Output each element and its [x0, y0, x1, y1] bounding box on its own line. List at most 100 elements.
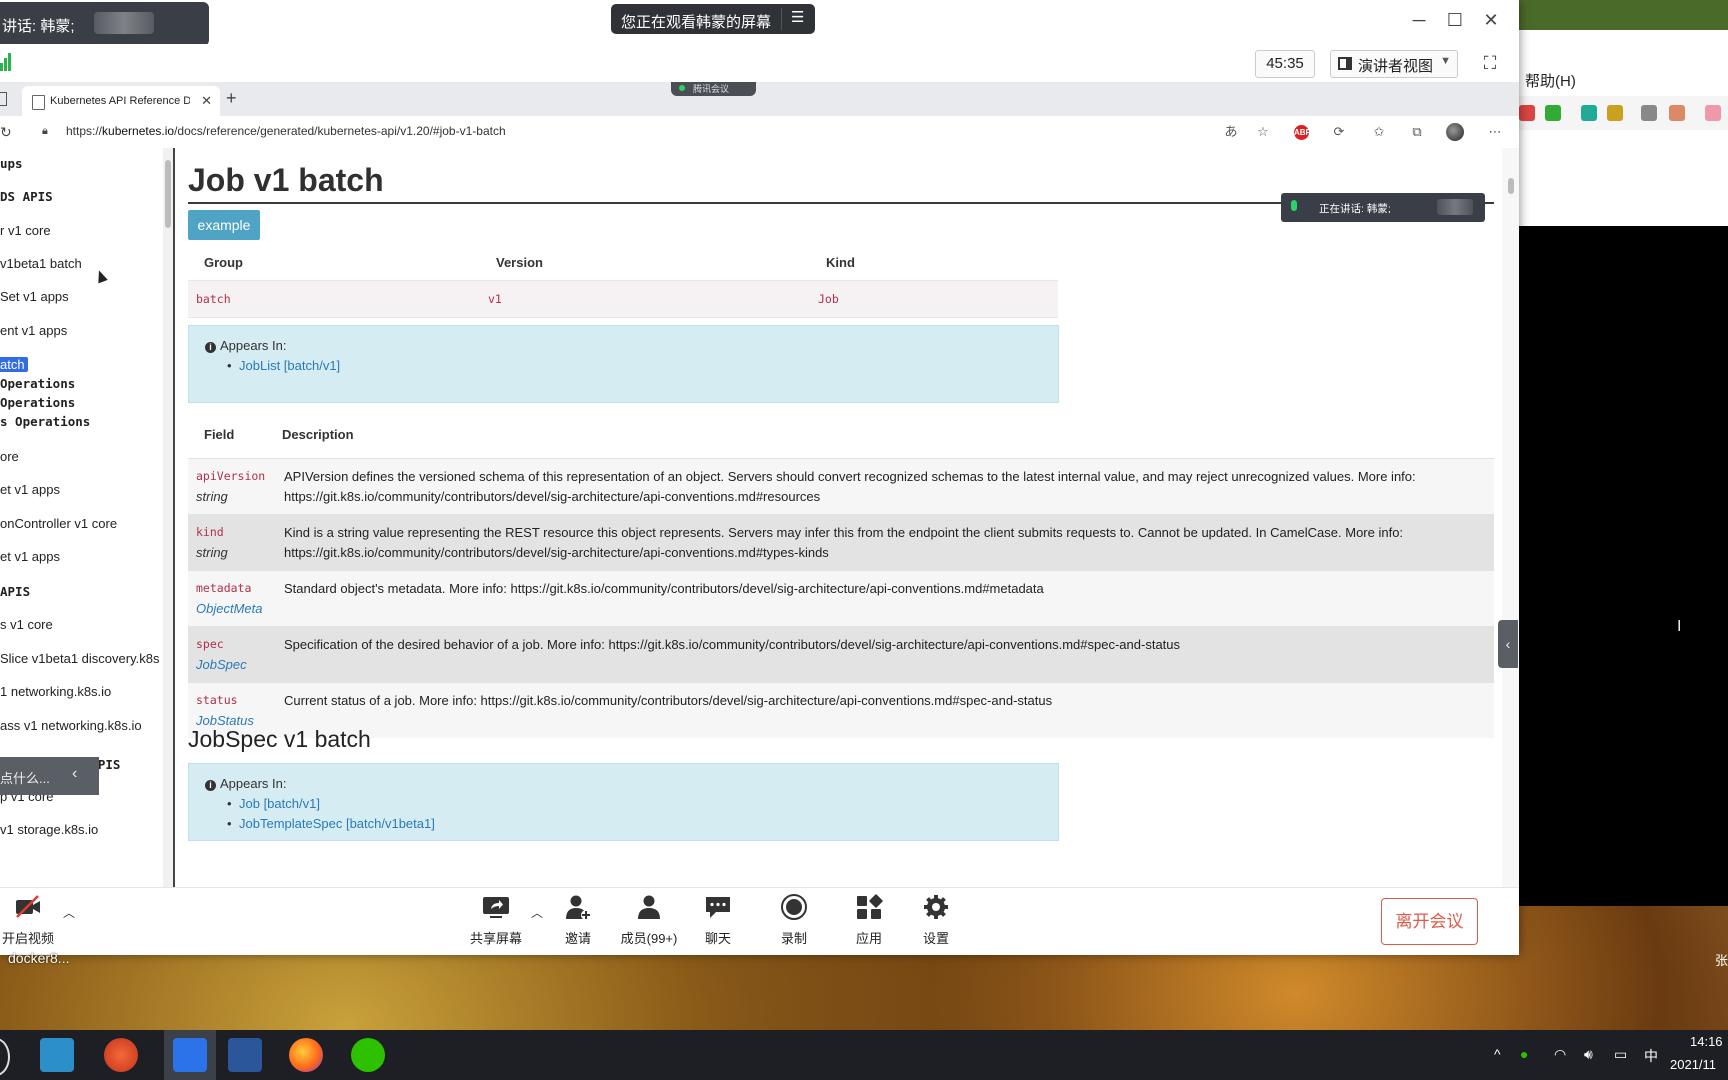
collections-icon[interactable]: ⧉: [1408, 123, 1426, 141]
wifi-icon[interactable]: ◠: [1554, 1046, 1566, 1063]
word-app-icon[interactable]: [228, 1038, 262, 1072]
invite-button[interactable]: 邀请: [558, 888, 598, 955]
virtualbox-app-icon[interactable]: [40, 1038, 74, 1072]
sidebar-section-heading[interactable]: APIS: [0, 584, 30, 599]
column-header: Description: [282, 426, 354, 442]
url-field[interactable]: https://kubernetes.io/docs/reference/gen…: [66, 124, 506, 138]
field-type-link[interactable]: ObjectMeta: [196, 599, 268, 619]
profile-avatar[interactable]: [1446, 123, 1464, 141]
share-screen-icon: [483, 897, 509, 918]
volume-icon[interactable]: 🔊︎: [1584, 1046, 1593, 1063]
battery-icon[interactable]: ▭: [1614, 1046, 1627, 1063]
record-button[interactable]: 录制: [774, 888, 814, 955]
chevron-up-icon[interactable]: ︿: [63, 904, 75, 921]
maximize-icon[interactable]: ☐: [1437, 10, 1473, 31]
sidebar-item[interactable]: onController v1 core: [0, 516, 117, 531]
appears-in-link[interactable]: JobTemplateSpec [batch/v1beta1]: [239, 816, 435, 831]
appears-in-link[interactable]: Job [batch/v1]: [239, 796, 320, 811]
tencent-meeting-tag[interactable]: 腾讯会议: [671, 82, 756, 96]
sidebar-item[interactable]: ass v1 networking.k8s.io: [0, 718, 142, 733]
page-scrollbar[interactable]: [1502, 148, 1519, 887]
wechat-app-icon[interactable]: [351, 1038, 385, 1072]
tab-actions-icon[interactable]: [0, 92, 7, 106]
field-type: string: [196, 544, 228, 560]
speaking-indicator: 正在讲话: 韩蒙;: [1281, 193, 1485, 222]
chevron-up-icon[interactable]: ^: [1494, 1046, 1501, 1062]
field-type-link[interactable]: JobSpec: [196, 655, 268, 675]
column-header: Group: [204, 254, 243, 270]
sidebar-item[interactable]: ore: [0, 449, 19, 464]
firefox-app-icon[interactable]: [289, 1038, 323, 1072]
tool-icon[interactable]: [1545, 105, 1561, 121]
keyboard-tool-icon[interactable]: [1641, 105, 1657, 121]
lock-tool-icon[interactable]: [1607, 105, 1623, 121]
translate-icon[interactable]: あ: [1222, 123, 1240, 141]
background-app-menubar[interactable]: 帮助(H): [1519, 62, 1728, 96]
microphone-icon: [1291, 200, 1297, 211]
sidebar-scrollbar[interactable]: [163, 148, 173, 887]
speaker-indicator: 讲话: 韩蒙;: [0, 2, 209, 46]
tool-icon[interactable]: [1705, 105, 1721, 121]
extension-icon[interactable]: ⟳: [1330, 123, 1348, 141]
page-scroll-thumb[interactable]: [1508, 178, 1514, 194]
members-button[interactable]: 成员(99+): [614, 888, 684, 955]
sidebar-item[interactable]: s v1 core: [0, 617, 53, 632]
browser-tab-active[interactable]: Kubernetes API Reference Doc ✕: [22, 86, 220, 116]
sidebar-item[interactable]: atch: [0, 357, 28, 372]
browser-app-icon[interactable]: [104, 1038, 138, 1072]
collapse-panel-chevron-icon[interactable]: ‹: [1498, 620, 1518, 668]
favorites-icon[interactable]: ✩: [1370, 123, 1388, 141]
chevron-up-icon[interactable]: ︿: [531, 904, 543, 921]
sidebar-section-heading[interactable]: s Operations: [0, 414, 90, 429]
leave-meeting-button[interactable]: 离开会议: [1381, 898, 1478, 945]
close-tab-icon[interactable]: ✕: [201, 93, 212, 109]
clock-time[interactable]: 14:16: [1690, 1034, 1723, 1049]
view-mode-select[interactable]: 演讲者视图 ▼: [1330, 50, 1458, 78]
brush-tool-icon[interactable]: [1669, 105, 1685, 121]
input-method-indicator[interactable]: 中: [1644, 1046, 1658, 1066]
floating-tooltip[interactable]: 点什么... ‹: [0, 757, 99, 795]
sidebar-item[interactable]: Slice v1beta1 discovery.k8s: [0, 651, 159, 666]
tool-icon[interactable]: [1519, 105, 1535, 121]
sidebar-item[interactable]: 1 networking.k8s.io: [0, 684, 111, 699]
example-button[interactable]: example: [188, 210, 260, 240]
reload-icon[interactable]: ↻: [0, 124, 12, 141]
sidebar-item[interactable]: et v1 apps: [0, 549, 60, 564]
close-icon[interactable]: ✕: [1473, 10, 1509, 31]
sidebar-item[interactable]: et v1 apps: [0, 482, 60, 497]
more-options-icon[interactable]: ⋯: [1486, 123, 1504, 141]
chat-button[interactable]: 聊天: [698, 888, 738, 955]
sidebar-item[interactable]: r v1 core: [0, 223, 51, 238]
appears-in-link[interactable]: JobList [batch/v1]: [239, 358, 340, 373]
fullscreen-tool-icon[interactable]: [1581, 105, 1597, 121]
record-icon: [781, 894, 807, 920]
help-menu[interactable]: 帮助(H): [1525, 70, 1576, 91]
sidebar-item[interactable]: v1 storage.k8s.io: [0, 822, 98, 837]
new-tab-icon[interactable]: +: [226, 88, 237, 109]
wechat-tray-icon[interactable]: ●: [1520, 1046, 1528, 1062]
sidebar-section-heading[interactable]: ups: [0, 156, 23, 171]
adblock-icon[interactable]: ABP: [1294, 125, 1311, 140]
sidebar-item[interactable]: v1beta1 batch: [0, 256, 82, 271]
sidebar-scroll-thumb[interactable]: [165, 160, 171, 228]
sidebar-section-heading[interactable]: Operations: [0, 376, 75, 391]
sidebar-section-heading[interactable]: Operations: [0, 395, 75, 410]
apps-button[interactable]: 应用: [849, 888, 889, 955]
sidebar-section-heading[interactable]: DS APIS: [0, 189, 53, 204]
sidebar-item[interactable]: ent v1 apps: [0, 323, 67, 338]
toggle-video-button[interactable]: 开启视频: [0, 888, 56, 955]
appears-in-box: i Appears In: • JobList [batch/v1]: [188, 325, 1059, 403]
watching-screen-banner[interactable]: 您正在观看韩蒙的屏幕 ☰: [611, 4, 815, 34]
menu-icon[interactable]: ☰: [791, 8, 804, 26]
terminal-area[interactable]: I: [1519, 226, 1728, 906]
share-screen-button[interactable]: 共享屏幕: [466, 888, 526, 955]
settings-button[interactable]: 设置: [916, 888, 956, 955]
fullscreen-icon[interactable]: ⛶: [1478, 51, 1502, 75]
minimize-icon[interactable]: ─: [1401, 10, 1437, 31]
chevron-left-icon[interactable]: ‹: [72, 765, 77, 783]
tencent-meeting-app-icon[interactable]: [173, 1038, 207, 1072]
lock-icon[interactable]: 🔒︎: [42, 125, 52, 137]
sidebar-item[interactable]: Set v1 apps: [0, 289, 69, 304]
favorite-star-icon[interactable]: ☆: [1254, 123, 1272, 141]
clock-date[interactable]: 2021/11: [1670, 1057, 1716, 1072]
